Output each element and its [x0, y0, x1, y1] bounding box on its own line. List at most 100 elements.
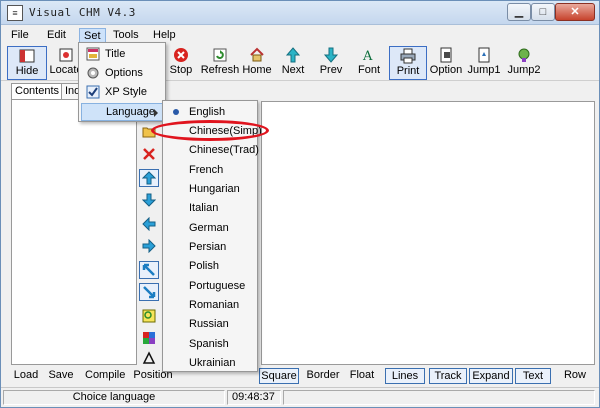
font-label: Font — [357, 64, 380, 76]
move-up-button[interactable] — [139, 169, 159, 187]
menu-item-title-label: Title — [105, 48, 126, 60]
language-item-chinese-trad[interactable]: Chinese(Trad) — [165, 141, 259, 160]
arrow-down-icon — [323, 47, 339, 63]
text-button[interactable]: Text — [515, 368, 551, 384]
menu-item-options[interactable]: Options — [81, 64, 165, 82]
language-item-french[interactable]: French — [165, 161, 257, 180]
delete-x-icon — [143, 148, 155, 160]
checkbox-checked-icon — [86, 85, 100, 99]
language-item-romanian[interactable]: Romanian — [165, 296, 257, 315]
language-item-label: Italian — [189, 202, 219, 214]
compile-button[interactable]: Compile — [85, 368, 125, 384]
printer-icon — [400, 48, 416, 64]
collapse-diagonal-button[interactable] — [139, 283, 159, 301]
menu-edit-label: Edit — [47, 29, 66, 41]
refresh-button[interactable]: Refresh — [199, 46, 241, 80]
move-right-button[interactable] — [139, 237, 159, 255]
arrow-up-icon — [285, 47, 301, 63]
expand-diagonal-button[interactable] — [139, 261, 159, 279]
jump2-button[interactable]: Jump2 — [503, 46, 545, 80]
prev-label: Prev — [319, 64, 343, 76]
jump1-button[interactable]: Jump1 — [467, 46, 501, 80]
language-item-label: German — [189, 222, 229, 234]
float-button[interactable]: Float — [347, 368, 377, 384]
submenu-arrow-icon — [154, 109, 158, 117]
stop-icon — [174, 48, 188, 62]
language-item-italian[interactable]: Italian — [165, 199, 257, 218]
language-item-portuguese[interactable]: Portuguese — [165, 277, 257, 296]
hide-icon — [19, 49, 35, 63]
expand-button[interactable]: Expand — [469, 368, 513, 384]
language-item-persian[interactable]: Persian — [165, 238, 257, 257]
menu-item-xp-style-label: XP Style — [105, 86, 147, 98]
maximize-button[interactable]: □ — [531, 3, 555, 21]
option-button[interactable]: Option — [429, 46, 463, 80]
menu-set-label: Set — [84, 30, 101, 42]
language-item-label: Russian — [189, 318, 229, 330]
jump1-icon — [478, 47, 490, 63]
tab-contents[interactable]: Contents — [11, 83, 64, 99]
square-button[interactable]: Square — [259, 368, 299, 384]
next-button[interactable]: Next — [277, 46, 309, 80]
font-button[interactable]: A Font — [353, 46, 385, 80]
color-grid-icon — [143, 332, 155, 344]
status-message: Choice language — [3, 390, 225, 405]
arrow-left-icon — [142, 217, 156, 231]
home-icon — [250, 47, 264, 62]
delta-button[interactable] — [139, 349, 159, 367]
chm-app-icon: ≡ — [7, 5, 23, 21]
window-title: Visual CHM V4.3 — [29, 6, 136, 19]
highlight-ellipse — [151, 120, 269, 141]
language-item-label: English — [189, 106, 226, 118]
arrow-diagonal-icon — [142, 263, 155, 276]
content-view[interactable] — [261, 101, 595, 365]
next-label: Next — [281, 64, 305, 76]
refresh-icon — [213, 48, 227, 62]
save-button[interactable]: Save — [47, 368, 75, 384]
close-button[interactable]: ✕ — [555, 3, 595, 21]
language-item-german[interactable]: German — [165, 219, 257, 238]
home-label: Home — [242, 64, 272, 76]
row-button[interactable]: Row — [561, 368, 589, 384]
refresh-label: Refresh — [200, 64, 240, 76]
menu-file[interactable]: File — [7, 28, 33, 44]
language-item-polish[interactable]: Polish — [165, 257, 257, 276]
language-item-ukrainian[interactable]: Ukrainian — [165, 354, 257, 373]
language-item-label: Polish — [189, 260, 219, 272]
find-button[interactable] — [139, 307, 159, 325]
menu-help-label: Help — [153, 29, 176, 41]
language-item-spanish[interactable]: Spanish — [165, 335, 257, 354]
hide-button[interactable]: Hide — [7, 46, 47, 80]
print-label: Print — [396, 65, 420, 77]
language-item-hungarian[interactable]: Hungarian — [165, 180, 257, 199]
delete-button[interactable] — [139, 145, 159, 163]
contents-tree[interactable] — [11, 99, 137, 365]
menu-item-options-label: Options — [105, 67, 143, 79]
load-button[interactable]: Load — [13, 368, 39, 384]
menu-item-language[interactable]: Language — [81, 103, 165, 121]
menu-tools-label: Tools — [113, 29, 139, 41]
locate-icon — [59, 48, 73, 62]
menu-item-xp-style[interactable]: XP Style — [81, 83, 165, 101]
menu-item-title[interactable]: Title — [81, 45, 165, 63]
print-button[interactable]: Print — [389, 46, 427, 80]
prev-button[interactable]: Prev — [315, 46, 347, 80]
option-icon — [440, 47, 452, 63]
language-item-russian[interactable]: Russian — [165, 315, 257, 334]
home-button[interactable]: Home — [241, 46, 273, 80]
border-button[interactable]: Border — [305, 368, 341, 384]
color-button[interactable] — [139, 329, 159, 347]
stop-label: Stop — [169, 64, 193, 76]
side-toolbar — [139, 121, 159, 365]
language-item-label: Portuguese — [189, 280, 246, 292]
title-bar: ≡ Visual CHM V4.3 ▁ □ ✕ — [1, 1, 599, 25]
move-left-button[interactable] — [139, 215, 159, 233]
track-button[interactable]: Track — [429, 368, 467, 384]
minimize-button[interactable]: ▁ — [507, 3, 531, 21]
lines-button[interactable]: Lines — [385, 368, 425, 384]
menu-edit[interactable]: Edit — [43, 28, 70, 44]
stop-button[interactable]: Stop — [161, 46, 201, 80]
status-time: 09:48:37 — [227, 390, 281, 405]
move-down-button[interactable] — [139, 191, 159, 209]
language-item-label: Spanish — [189, 338, 229, 350]
